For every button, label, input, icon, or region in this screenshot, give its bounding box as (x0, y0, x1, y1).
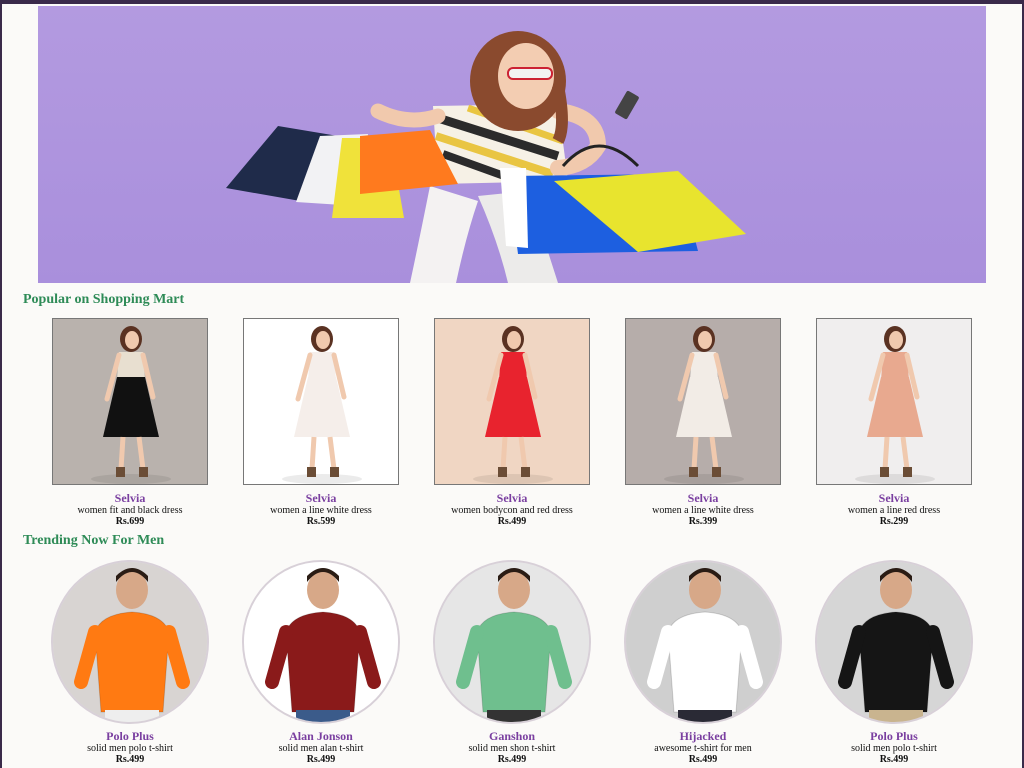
men-section-title: Trending Now For Men (23, 533, 165, 548)
product-brand[interactable]: Selvia (241, 492, 401, 504)
women-product-image[interactable] (625, 318, 781, 485)
men-product-image[interactable] (433, 560, 591, 724)
product-description: solid men alan t-shirt (278, 743, 364, 754)
hero-banner[interactable] (38, 6, 986, 283)
women-product-card[interactable]: Selvia women a line red dress Rs.299 (814, 318, 974, 528)
product-description: women bodycon and red dress (451, 505, 573, 516)
product-description: women a line white dress (270, 505, 372, 516)
women-product-card[interactable]: Selvia women bodycon and red dress Rs.499 (432, 318, 592, 528)
top-border (0, 0, 1024, 4)
left-border (0, 0, 2, 768)
product-description: awesome t-shirt for men (654, 743, 752, 754)
women-product-image[interactable] (434, 318, 590, 485)
men-product-image[interactable] (624, 560, 782, 724)
product-price: Rs.399 (688, 516, 718, 527)
product-brand[interactable]: Selvia (50, 492, 210, 504)
product-description: solid men polo t-shirt (851, 743, 937, 754)
product-description: women a line red dress (847, 505, 941, 516)
product-brand[interactable]: Ganshon (432, 730, 592, 742)
product-price: Rs.299 (879, 516, 909, 527)
product-brand[interactable]: Hijacked (623, 730, 783, 742)
popular-section-title: Popular on Shopping Mart (23, 292, 185, 307)
product-price: Rs.499 (879, 754, 909, 765)
men-product-card[interactable]: Ganshon solid men shon t-shirt Rs.499 (432, 560, 592, 766)
product-brand[interactable]: Selvia (814, 492, 974, 504)
men-product-card[interactable]: Polo Plus solid men polo t-shirt Rs.499 (50, 560, 210, 766)
product-price: Rs.599 (306, 516, 336, 527)
women-product-card[interactable]: Selvia women a line white dress Rs.599 (241, 318, 401, 528)
product-price: Rs.499 (115, 754, 145, 765)
women-product-card[interactable]: Selvia women fit and black dress Rs.699 (50, 318, 210, 528)
product-brand[interactable]: Alan Jonson (241, 730, 401, 742)
men-product-card[interactable]: Polo Plus solid men polo t-shirt Rs.499 (814, 560, 974, 766)
product-description: women fit and black dress (77, 505, 183, 516)
product-brand[interactable]: Polo Plus (814, 730, 974, 742)
product-price: Rs.499 (497, 754, 527, 765)
product-price: Rs.499 (306, 754, 336, 765)
product-description: solid men shon t-shirt (468, 743, 556, 754)
product-brand[interactable]: Selvia (432, 492, 592, 504)
product-price: Rs.699 (115, 516, 145, 527)
product-description: women a line white dress (652, 505, 754, 516)
product-brand[interactable]: Selvia (623, 492, 783, 504)
women-product-image[interactable] (52, 318, 208, 485)
product-price: Rs.499 (688, 754, 718, 765)
product-price: Rs.499 (497, 516, 527, 527)
men-product-image[interactable] (815, 560, 973, 724)
men-product-image[interactable] (51, 560, 209, 724)
men-product-card[interactable]: Hijacked awesome t-shirt for men Rs.499 (623, 560, 783, 766)
women-product-card[interactable]: Selvia women a line white dress Rs.399 (623, 318, 783, 528)
women-product-image[interactable] (243, 318, 399, 485)
product-brand[interactable]: Polo Plus (50, 730, 210, 742)
men-product-card[interactable]: Alan Jonson solid men alan t-shirt Rs.499 (241, 560, 401, 766)
men-product-image[interactable] (242, 560, 400, 724)
women-product-image[interactable] (816, 318, 972, 485)
shopping-woman-illustration (226, 31, 746, 283)
product-description: solid men polo t-shirt (87, 743, 173, 754)
